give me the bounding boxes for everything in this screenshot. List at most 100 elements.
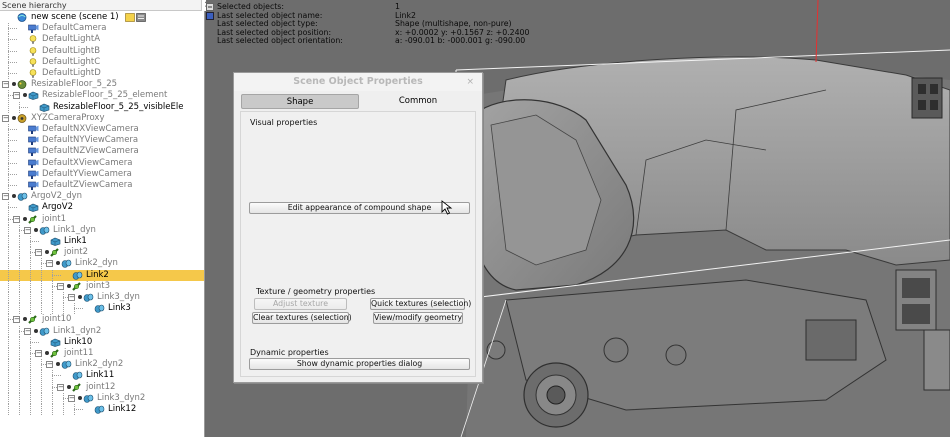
model-marker-icon: [34, 227, 38, 232]
collapse-toggle-icon[interactable]: −: [2, 193, 9, 201]
shape-icon: [28, 92, 39, 101]
tree-guide-line: [30, 258, 31, 270]
camera-icon: [28, 125, 39, 134]
dialog-close-icon[interactable]: ×: [466, 73, 474, 91]
tree-item-joint11[interactable]: − joint11: [0, 348, 204, 359]
tree-item-link1[interactable]: Link1: [0, 236, 204, 247]
tree-item-defaultyviewcamera[interactable]: DefaultYViewCamera: [0, 168, 204, 180]
tree-item-link10[interactable]: Link10: [0, 336, 204, 348]
tree-branch-line: [8, 73, 17, 74]
tree-guide-line: [52, 392, 53, 404]
selection-info-toggle[interactable]: [206, 3, 215, 38]
tree-item-defaultlightc[interactable]: DefaultLightC: [0, 56, 204, 68]
collapse-toggle-icon[interactable]: −: [13, 215, 20, 223]
tree-item-resizablefloor-5-25-visibleele[interactable]: ResizableFloor_5_25_visibleEle: [0, 101, 204, 113]
tree-item-defaultlightb[interactable]: DefaultLightB: [0, 45, 204, 57]
model-marker-icon: [67, 283, 71, 288]
collapse-toggle-icon[interactable]: −: [57, 383, 64, 391]
tree-item-defaultlighta[interactable]: DefaultLightA: [0, 34, 204, 46]
camera-icon: [28, 148, 39, 157]
tree-item-label: DefaultZViewCamera: [42, 180, 133, 190]
tree-guide-line: [8, 325, 9, 337]
collapse-toggle-icon[interactable]: −: [13, 92, 20, 100]
tree-item-label: joint12: [86, 381, 116, 392]
tree-item-xyzcameraproxy[interactable]: − XYZCameraProxy: [0, 113, 204, 124]
model-marker-icon: [78, 395, 82, 400]
tree-item-link2-dyn2[interactable]: − Link2_dyn2: [0, 359, 204, 371]
light-icon: [29, 69, 37, 78]
tab-shape[interactable]: Shape: [241, 94, 359, 109]
link-icon: [83, 293, 94, 302]
tree-item-argov2[interactable]: ArgoV2: [0, 202, 204, 214]
collapse-toggle-icon[interactable]: −: [2, 81, 9, 89]
tree-item-link11[interactable]: Link11: [0, 370, 204, 382]
dialog-title-bar[interactable]: Scene Object Properties ×: [234, 73, 482, 91]
tree-item-label: Link1_dyn: [53, 224, 96, 235]
tree-branch-line: [8, 129, 17, 130]
tree-item-label: DefaultLightB: [42, 45, 101, 56]
collapse-toggle-icon[interactable]: −: [35, 249, 42, 257]
tree-guide-line: [41, 404, 42, 415]
clear-textures-button[interactable]: Clear textures (selection): [252, 312, 352, 324]
collapse-toggle-icon[interactable]: −: [24, 327, 31, 335]
tree-item-defaultxviewcamera[interactable]: DefaultXViewCamera: [0, 157, 204, 169]
collapse-toggle-icon[interactable]: −: [24, 226, 31, 234]
tree-item-label: Link11: [86, 370, 115, 381]
tree-branch-line: [30, 241, 39, 242]
collapse-toggle-icon[interactable]: −: [35, 350, 42, 357]
tree-item-new-scene-scene-1-[interactable]: new scene (scene 1): [0, 12, 204, 23]
collapse-toggle-icon[interactable]: −: [68, 294, 75, 301]
tree-guide-line: [8, 336, 9, 348]
tree-item-joint10[interactable]: − joint10: [0, 314, 204, 326]
tree-guide-line: [30, 280, 31, 292]
proxy-icon: [17, 113, 27, 123]
tree-item-joint2[interactable]: − joint2: [0, 247, 204, 259]
tree-branch-line: [8, 140, 17, 142]
collapse-toggle-icon[interactable]: −: [46, 361, 53, 369]
adjust-texture-button[interactable]: Adjust texture: [254, 298, 347, 310]
joint-icon: [28, 214, 37, 224]
tree-item-link2[interactable]: Link2: [0, 269, 204, 281]
tree-item-label: Link3_dyn: [97, 292, 140, 302]
collapse-toggle-icon[interactable]: −: [68, 394, 75, 402]
tree-guide-line: [30, 269, 31, 281]
tree-item-resizablefloor-5-25[interactable]: − ResizableFloor_5_25: [0, 79, 204, 90]
show-dynamic-properties-button[interactable]: Show dynamic properties dialog: [249, 358, 470, 370]
tab-common[interactable]: Common: [359, 94, 477, 109]
tree-item-link2-dyn[interactable]: − Link2_dyn: [0, 258, 204, 270]
tree-item-link3-dyn[interactable]: − Link3_dyn: [0, 292, 204, 303]
tree-branch-line: [52, 375, 61, 377]
info-value: a: -090.01 b: -000.001 g: -090.00: [395, 36, 526, 45]
collapse-toggle-icon[interactable]: −: [2, 114, 9, 122]
tree-item-joint1[interactable]: − joint1: [0, 213, 204, 225]
scene-object-properties-dialog: Scene Object Properties × Shape Common V…: [233, 72, 483, 383]
joint-icon: [72, 382, 81, 392]
tree-item-defaultnxviewcamera[interactable]: DefaultNXViewCamera: [0, 124, 204, 135]
tree-item-argov2-dyn[interactable]: − ArgoV2_dyn: [0, 191, 204, 202]
tree-item-resizablefloor-5-25-element[interactable]: − ResizableFloor_5_25_element: [0, 90, 204, 102]
collapse-toggle-icon[interactable]: −: [57, 282, 64, 290]
tree-guide-line: [52, 303, 53, 315]
tree-branch-line: [8, 50, 17, 52]
tree-item-defaultnzviewcamera[interactable]: DefaultNZViewCamera: [0, 146, 204, 158]
collapse-toggle-icon[interactable]: −: [13, 316, 20, 324]
tree-item-link1-dyn2[interactable]: − Link1_dyn2: [0, 325, 204, 337]
collapse-toggle-icon[interactable]: −: [46, 260, 53, 268]
tree-item-link3[interactable]: Link3: [0, 303, 204, 315]
tree-item-defaultlightd[interactable]: DefaultLightD: [0, 68, 204, 79]
link-icon: [61, 260, 72, 269]
tree-item-defaultzviewcamera[interactable]: DefaultZViewCamera: [0, 180, 204, 191]
edit-appearance-button[interactable]: Edit appearance of compound shape: [249, 202, 470, 214]
tree-item-link3-dyn2[interactable]: − Link3_dyn2: [0, 392, 204, 404]
tree-item-link1-dyn[interactable]: − Link1_dyn: [0, 224, 204, 236]
view-modify-geometry-button[interactable]: View/modify geometry: [373, 312, 463, 324]
tree-item-joint3[interactable]: − joint3: [0, 280, 204, 292]
tree-item-defaultnyviewcamera[interactable]: DefaultNYViewCamera: [0, 135, 204, 147]
quick-textures-button[interactable]: Quick textures (selection): [370, 298, 471, 310]
tree-item-label: new scene (scene 1): [31, 12, 119, 22]
tree-item-joint12[interactable]: − joint12: [0, 381, 204, 393]
link-icon: [39, 226, 50, 235]
tree-item-defaultcamera[interactable]: DefaultCamera: [0, 23, 204, 35]
tree-item-link12[interactable]: Link12: [0, 404, 204, 415]
tree-item-label: ArgoV2: [42, 202, 73, 213]
